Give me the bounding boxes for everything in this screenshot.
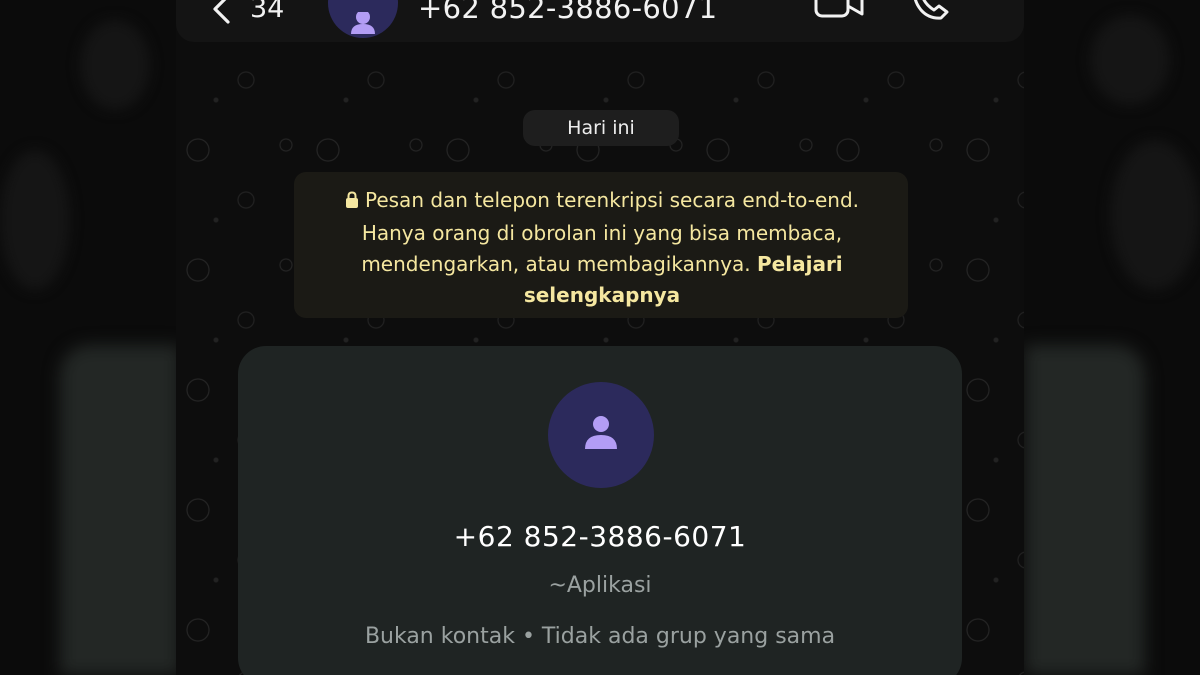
video-camera-icon xyxy=(814,0,866,24)
voice-call-button[interactable] xyxy=(911,0,951,26)
lock-icon xyxy=(345,187,359,218)
background-shape xyxy=(1090,15,1170,105)
background-blur-left xyxy=(60,345,180,675)
encryption-notice[interactable]: Pesan dan telepon terenkripsi secara end… xyxy=(294,172,908,318)
date-separator: Hari ini xyxy=(523,110,679,146)
video-call-button[interactable] xyxy=(814,0,866,24)
background-shape xyxy=(1110,140,1200,290)
phone-icon xyxy=(911,0,951,26)
person-icon xyxy=(581,413,621,457)
background-shape xyxy=(80,20,150,110)
contact-display-name: ~Aplikasi xyxy=(548,573,652,598)
contact-status-info: Bukan kontak • Tidak ada grup yang sama xyxy=(364,624,836,649)
back-button[interactable]: 34 xyxy=(210,0,284,24)
chat-header: 34 +62 852-3886-6071 xyxy=(176,0,1024,42)
chat-screen: 34 +62 852-3886-6071 Hari ini Pesan dan … xyxy=(176,0,1024,675)
background-shape xyxy=(0,150,70,290)
contact-title[interactable]: +62 852-3886-6071 xyxy=(418,0,717,25)
unread-count: 34 xyxy=(250,0,285,24)
contact-info-card: +62 852-3886-6071 ~Aplikasi Bukan kontak… xyxy=(238,346,962,675)
contact-phone-number: +62 852-3886-6071 xyxy=(453,520,747,553)
contact-avatar[interactable] xyxy=(548,382,654,488)
person-icon xyxy=(348,10,378,38)
chevron-left-icon xyxy=(210,0,232,24)
avatar[interactable] xyxy=(328,0,398,38)
background-blur-right xyxy=(1025,345,1145,675)
